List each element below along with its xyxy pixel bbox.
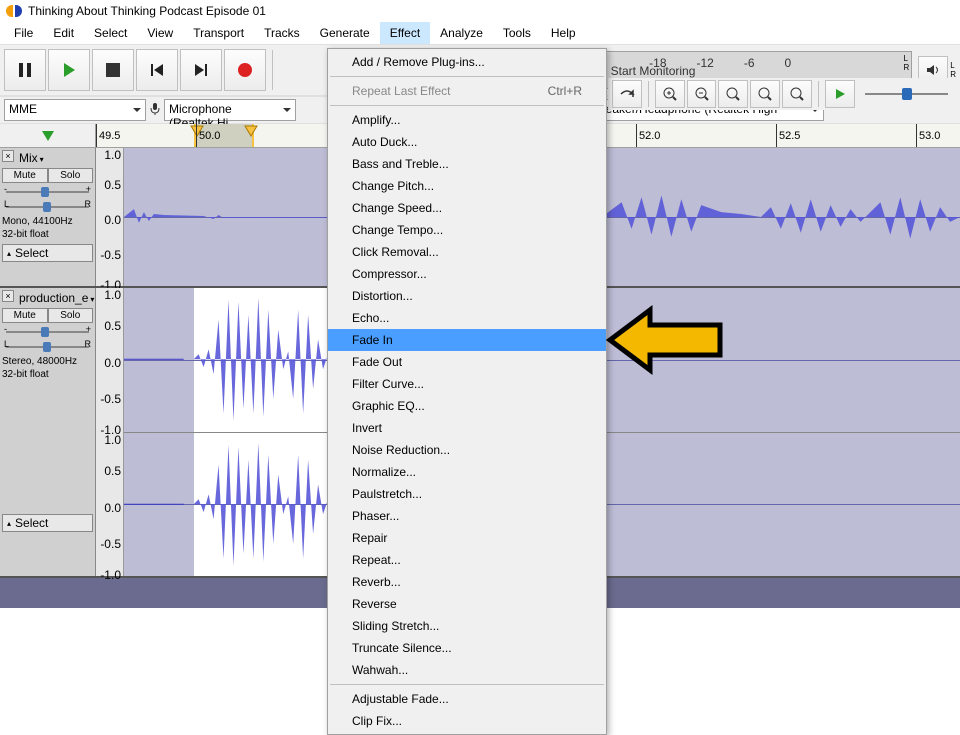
window-title: Thinking About Thinking Podcast Episode … (28, 4, 266, 18)
gain-slider[interactable]: -+ (6, 326, 89, 338)
effect-menu-item[interactable]: Bass and Treble... (328, 153, 606, 175)
titlebar: Thinking About Thinking Podcast Episode … (0, 0, 960, 22)
record-button[interactable] (224, 49, 266, 91)
vertical-scale[interactable]: 1.00.50.0-0.5-1.01.00.50.0-0.5-1.0 (96, 288, 124, 576)
effect-menu-item[interactable]: Graphic EQ... (328, 395, 606, 417)
play-at-speed-button[interactable] (825, 80, 855, 108)
effect-menu-item[interactable]: Normalize... (328, 461, 606, 483)
gain-slider[interactable]: -+ (6, 186, 89, 198)
solo-button[interactable]: Solo (48, 168, 94, 183)
effect-menu-item[interactable]: Wahwah... (328, 659, 606, 681)
effect-menu-item[interactable]: Change Pitch... (328, 175, 606, 197)
pan-slider[interactable]: LR (6, 201, 89, 213)
skip-end-button[interactable] (180, 49, 222, 91)
redo-button[interactable] (612, 80, 642, 108)
menubar: FileEditSelectViewTransportTracksGenerat… (0, 22, 960, 44)
close-track-button[interactable]: × (2, 150, 14, 162)
vertical-scale[interactable]: 1.00.50.0-0.5-1.0 (96, 148, 124, 286)
effect-menu-item[interactable]: Repeat... (328, 549, 606, 571)
effect-menu-item[interactable]: Change Speed... (328, 197, 606, 219)
effect-menu-item[interactable]: Distortion... (328, 285, 606, 307)
menu-tools[interactable]: Tools (493, 22, 541, 44)
effect-menu-item[interactable]: Change Tempo... (328, 219, 606, 241)
play-cursor-icon (41, 130, 55, 142)
annotation-arrow-icon (605, 305, 725, 378)
menu-tracks[interactable]: Tracks (254, 22, 310, 44)
effect-menu-dropdown: Add / Remove Plug-ins... Repeat Last Effe… (327, 48, 607, 735)
fit-selection-button[interactable] (718, 80, 748, 108)
solo-button[interactable]: Solo (48, 308, 94, 323)
effect-menu-item[interactable]: Clip Fix... (328, 710, 606, 732)
fit-project-button[interactable] (750, 80, 780, 108)
effect-menu-item[interactable]: Click Removal... (328, 241, 606, 263)
effect-menu-item[interactable]: Echo... (328, 307, 606, 329)
mute-button[interactable]: Mute (2, 168, 48, 183)
mic-icon (148, 102, 162, 119)
effect-menu-item[interactable]: Truncate Silence... (328, 637, 606, 659)
zoom-out-button[interactable] (687, 80, 717, 108)
effect-menu-item[interactable]: Noise Reduction... (328, 439, 606, 461)
pause-button[interactable] (4, 49, 46, 91)
effect-menu-item[interactable]: Add / Remove Plug-ins... (328, 51, 606, 73)
skip-start-button[interactable] (136, 49, 178, 91)
menu-help[interactable]: Help (541, 22, 586, 44)
menu-select[interactable]: Select (84, 22, 137, 44)
menu-file[interactable]: File (4, 22, 43, 44)
menu-transport[interactable]: Transport (183, 22, 254, 44)
menu-edit[interactable]: Edit (43, 22, 84, 44)
select-track-button[interactable]: Select (2, 244, 93, 262)
play-button[interactable] (48, 49, 90, 91)
track-panel[interactable]: × Mix Mute Solo -+ LR Mono, 44100Hz 32-b… (0, 148, 96, 286)
effect-menu-item[interactable]: Filter Curve... (328, 373, 606, 395)
menu-view[interactable]: View (137, 22, 183, 44)
select-track-button[interactable]: Select (2, 514, 93, 532)
effect-menu-item[interactable]: Fade Out (328, 351, 606, 373)
effect-menu-item[interactable]: Repair (328, 527, 606, 549)
effect-menu-item[interactable]: Adjustable Fade... (328, 688, 606, 710)
pan-slider[interactable]: LR (6, 341, 89, 353)
stop-button[interactable] (92, 49, 134, 91)
close-track-button[interactable]: × (2, 290, 14, 302)
effect-menu-item[interactable]: Invert (328, 417, 606, 439)
effect-menu-item[interactable]: Fade In (328, 329, 606, 351)
track-name-dropdown[interactable]: production_e (18, 290, 93, 306)
effect-menu-item[interactable]: Compressor... (328, 263, 606, 285)
mute-button[interactable]: Mute (2, 308, 48, 323)
effect-menu-item[interactable]: Paulstretch... (328, 483, 606, 505)
host-select[interactable]: MME (4, 99, 146, 121)
menu-generate[interactable]: Generate (310, 22, 380, 44)
zoom-in-button[interactable] (655, 80, 685, 108)
track-name-dropdown[interactable]: Mix (18, 150, 93, 166)
effect-menu-item[interactable]: Auto Duck... (328, 131, 606, 153)
effect-menu-item: Repeat Last EffectCtrl+R (328, 80, 606, 102)
zoom-toolbar (608, 78, 960, 110)
effect-menu-item[interactable]: Amplify... (328, 109, 606, 131)
track-panel[interactable]: × production_e Mute Solo -+ LR Stereo, 4… (0, 288, 96, 576)
play-speed-slider[interactable] (857, 80, 956, 108)
input-device-select[interactable]: Microphone (Realtek Hi (164, 99, 296, 121)
effect-menu-item[interactable]: Phaser... (328, 505, 606, 527)
zoom-toggle-button[interactable] (782, 80, 812, 108)
menu-analyze[interactable]: Analyze (430, 22, 493, 44)
menu-effect[interactable]: Effect (380, 22, 430, 44)
effect-menu-item[interactable]: Reverse (328, 593, 606, 615)
effect-menu-item[interactable]: Sliding Stretch... (328, 615, 606, 637)
divider (272, 50, 273, 90)
effect-menu-item[interactable]: Reverb... (328, 571, 606, 593)
app-logo-icon (6, 3, 22, 19)
